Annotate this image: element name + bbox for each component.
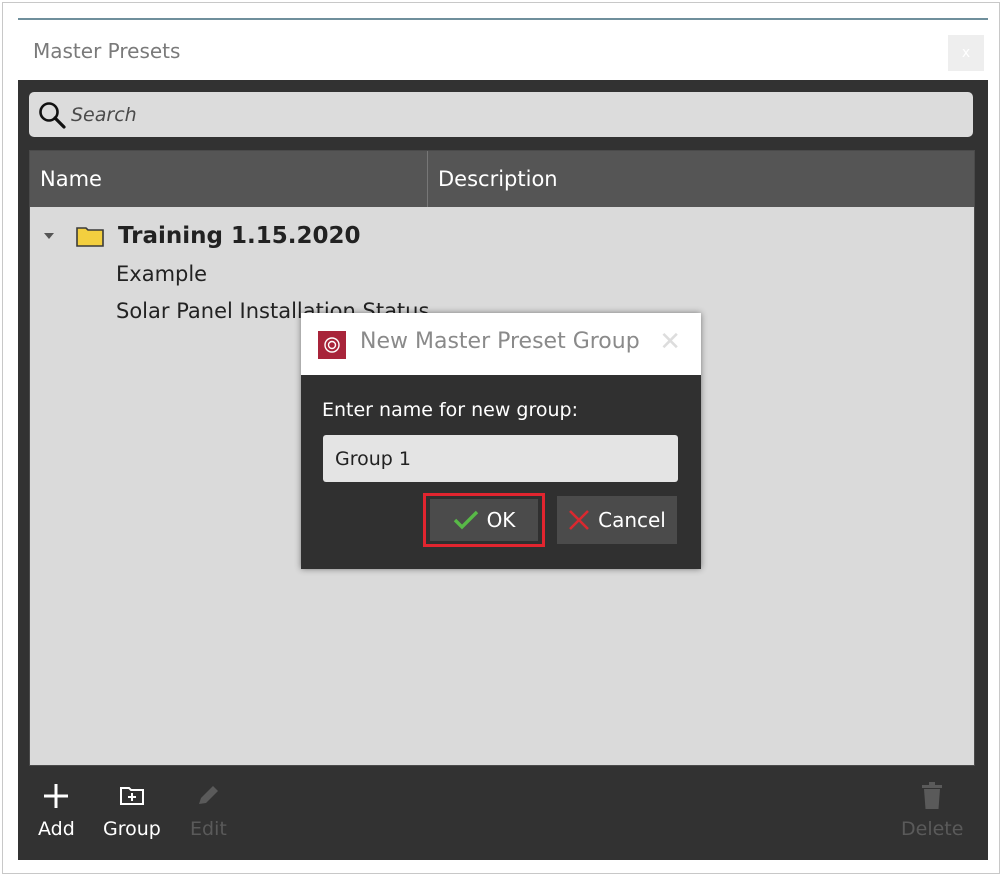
group-button[interactable]: Group <box>103 780 161 840</box>
search-placeholder: Search <box>71 103 137 126</box>
add-folder-icon <box>118 780 146 812</box>
add-label: Add <box>38 818 75 840</box>
group-label: Group <box>103 818 161 840</box>
window-close-button[interactable]: x <box>948 35 984 71</box>
edit-label: Edit <box>190 818 227 840</box>
trash-icon <box>920 780 944 812</box>
expand-caret-icon[interactable] <box>44 233 54 239</box>
list-header: Name Description <box>30 151 974 207</box>
cancel-button[interactable]: Cancel <box>557 496 677 544</box>
list-item-label: Example <box>116 262 208 286</box>
window-title-bar: Master Presets x <box>18 20 988 80</box>
group-label: Training 1.15.2020 <box>118 223 361 249</box>
new-group-dialog: New Master Preset Group ✕ Enter name for… <box>301 313 701 569</box>
plus-icon <box>42 780 70 812</box>
dialog-prompt: Enter name for new group: <box>322 399 579 421</box>
column-header-description[interactable]: Description <box>428 151 974 207</box>
window-title: Master Presets <box>33 39 181 63</box>
bottom-toolbar: Add Group Edit Delete <box>18 766 988 860</box>
add-button[interactable]: Add <box>38 780 75 840</box>
checkmark-icon <box>453 510 479 530</box>
ok-label: OK <box>486 508 516 532</box>
tree-group-row[interactable]: Training 1.15.2020 <box>44 221 361 251</box>
app-logo-icon <box>318 331 346 359</box>
x-icon <box>568 509 590 531</box>
cancel-label: Cancel <box>598 508 666 532</box>
dialog-title: New Master Preset Group <box>360 329 640 354</box>
group-name-input[interactable] <box>323 435 678 482</box>
edit-button[interactable]: Edit <box>190 780 227 840</box>
ok-button[interactable]: OK <box>430 499 538 541</box>
list-item[interactable]: Example <box>116 259 207 289</box>
column-header-name[interactable]: Name <box>30 151 428 207</box>
search-box[interactable]: Search <box>29 92 973 137</box>
pencil-icon <box>194 780 222 812</box>
folder-icon <box>76 225 104 247</box>
delete-label: Delete <box>901 818 964 840</box>
delete-button[interactable]: Delete <box>901 780 963 840</box>
dialog-title-bar: New Master Preset Group ✕ <box>301 313 701 375</box>
close-icon: x <box>961 45 971 61</box>
dialog-close-icon[interactable]: ✕ <box>659 327 681 357</box>
search-icon <box>37 100 67 130</box>
